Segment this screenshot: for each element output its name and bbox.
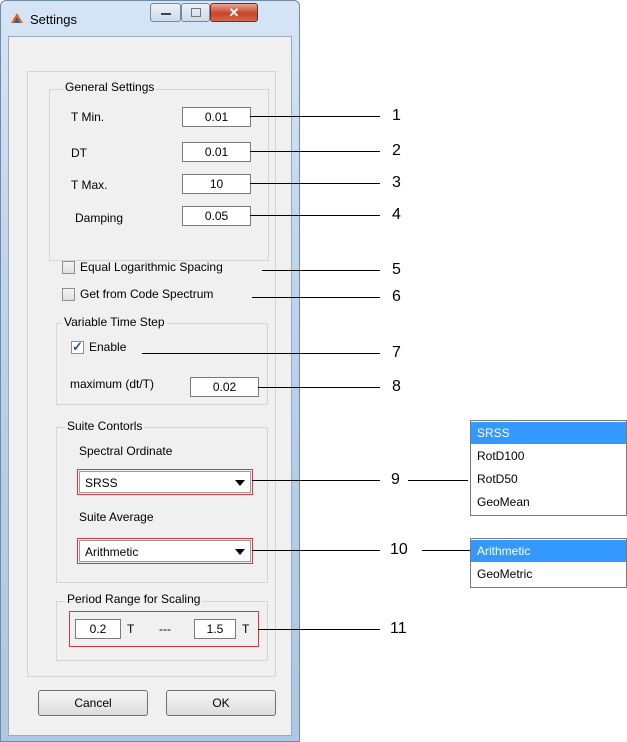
max-dt-label: maximum (dt/T): [70, 377, 154, 391]
damping-label: Damping: [75, 211, 124, 225]
callout-line-7: [142, 353, 380, 354]
option-geomean[interactable]: GeoMean: [471, 491, 626, 513]
maximize-button[interactable]: [181, 3, 210, 22]
option-arithmetic[interactable]: Arithmetic: [471, 540, 626, 562]
callout-line-10b: [422, 550, 470, 551]
callout-line-1: [250, 116, 380, 117]
code-spectrum-label: Get from Code Spectrum: [80, 287, 214, 301]
callout-line-3: [250, 183, 380, 184]
client-area: General Settings T Min. 0.01 DT 0.01 T M…: [8, 36, 292, 736]
tmax-input[interactable]: 10: [182, 174, 251, 194]
option-rotd50[interactable]: RotD50: [471, 468, 626, 490]
callout-line-4: [250, 215, 380, 216]
maximize-icon: [191, 8, 201, 17]
suite-controls-title: Suite Contorls: [65, 419, 145, 433]
damping-input[interactable]: 0.05: [182, 206, 251, 226]
callout-2: 2: [392, 142, 401, 159]
window-title: Settings: [30, 12, 77, 27]
period-range-title: Period Range for Scaling: [65, 592, 203, 606]
callout-line-9: [252, 480, 380, 481]
minimize-button[interactable]: [150, 3, 181, 22]
callout-7: 7: [392, 344, 401, 361]
callout-10: 10: [390, 541, 408, 558]
callout-line-8: [258, 387, 380, 388]
callout-3: 3: [392, 174, 401, 191]
spectral-ordinate-options: SRSS RotD100 RotD50 GeoMean: [470, 420, 627, 516]
enable-label: Enable: [89, 340, 127, 354]
tmin-input[interactable]: 0.01: [182, 107, 251, 127]
period-min-unit: T: [127, 622, 135, 636]
equal-log-label: Equal Logarithmic Spacing: [80, 260, 223, 274]
callout-5: 5: [392, 261, 401, 278]
enable-checkbox[interactable]: [71, 339, 84, 355]
minimize-icon: [161, 13, 171, 15]
option-rotd100[interactable]: RotD100: [471, 445, 626, 467]
cancel-button[interactable]: Cancel: [38, 690, 148, 716]
period-min-input[interactable]: 0.2: [75, 619, 121, 639]
callout-4: 4: [392, 206, 401, 223]
spectral-ordinate-label: Spectral Ordinate: [79, 444, 173, 458]
tmax-label: T Max.: [71, 178, 108, 192]
equal-log-checkbox[interactable]: [62, 261, 75, 274]
callout-8: 8: [392, 378, 401, 395]
callout-line-9b: [408, 480, 468, 481]
callout-line-5: [262, 270, 380, 271]
close-icon: ✕: [228, 5, 240, 20]
period-separator: ---: [159, 622, 171, 636]
settings-window: Settings ✕ General Settings T Min. 0.01 …: [0, 0, 300, 742]
period-max-unit: T: [242, 622, 250, 636]
callout-6: 6: [392, 288, 401, 305]
period-max-input[interactable]: 1.5: [194, 619, 236, 639]
suite-average-label: Suite Average: [79, 510, 154, 524]
callout-1: 1: [392, 107, 401, 124]
callout-line-6: [252, 297, 380, 298]
general-settings-title: General Settings: [63, 80, 157, 94]
callout-line-11: [258, 629, 380, 630]
ok-button[interactable]: OK: [166, 690, 276, 716]
max-dt-input[interactable]: 0.02: [190, 377, 259, 397]
highlight-box-average: [77, 538, 253, 564]
close-button[interactable]: ✕: [210, 3, 258, 22]
matlab-icon: [11, 13, 23, 23]
dt-label: DT: [71, 146, 87, 160]
callout-11: 11: [390, 620, 407, 637]
callout-line-2: [250, 151, 380, 152]
option-geometric[interactable]: GeoMetric: [471, 563, 626, 585]
tmin-label: T Min.: [71, 110, 105, 124]
callout-line-10: [252, 550, 380, 551]
code-spectrum-checkbox[interactable]: [62, 288, 75, 301]
callout-9: 9: [391, 471, 400, 488]
highlight-box-ordinate: [77, 469, 253, 495]
dt-input[interactable]: 0.01: [182, 142, 251, 162]
option-srss[interactable]: SRSS: [471, 422, 626, 444]
suite-average-options: Arithmetic GeoMetric: [470, 538, 627, 588]
variable-time-step-title: Variable Time Step: [62, 315, 167, 329]
